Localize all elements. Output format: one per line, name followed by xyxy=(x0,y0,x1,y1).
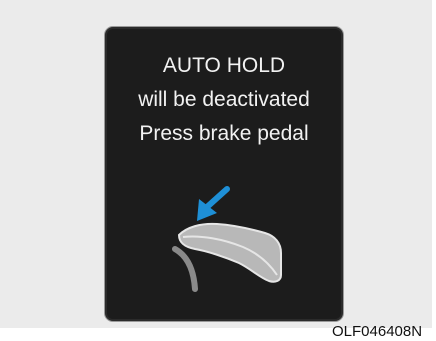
message-line-3: Press brake pedal xyxy=(139,122,309,145)
cluster-display: AUTO HOLD will be deactivated Press brak… xyxy=(104,26,344,322)
brake-pedal-graphic xyxy=(172,186,282,292)
arrow-icon xyxy=(197,186,230,221)
brake-pedal-icon xyxy=(172,246,198,292)
figure-code: OLF046408N xyxy=(332,323,423,340)
message-line-2: will be deactivated xyxy=(138,88,310,111)
message-title: AUTO HOLD xyxy=(162,54,286,77)
